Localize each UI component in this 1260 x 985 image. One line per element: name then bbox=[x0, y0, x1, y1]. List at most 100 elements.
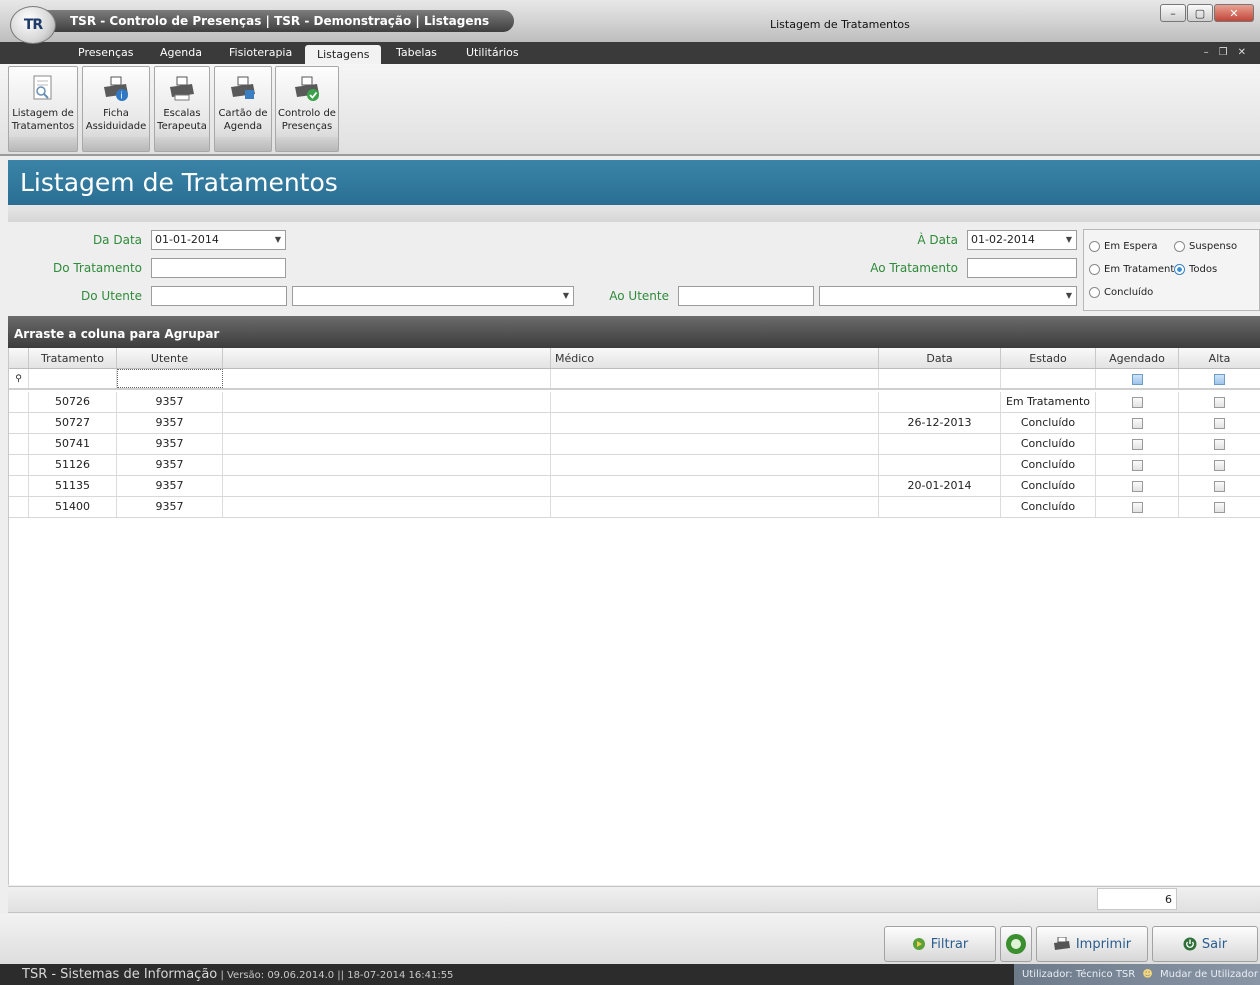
checkbox-icon[interactable] bbox=[1214, 480, 1225, 492]
imprimir-label: Imprimir bbox=[1075, 936, 1132, 952]
da-data-input[interactable]: 01-01-2014 ▼ bbox=[151, 230, 286, 250]
column-header-agendado[interactable]: Agendado bbox=[1096, 348, 1179, 368]
cell-agendado bbox=[1096, 455, 1179, 475]
mdi-window-controls[interactable]: –❐✕ bbox=[1204, 42, 1256, 64]
menu-utilitarios[interactable]: Utilitários bbox=[466, 42, 519, 64]
filter-cell-medico[interactable] bbox=[551, 369, 879, 388]
a-data-input[interactable]: 01-02-2014 ▼ bbox=[967, 230, 1077, 250]
a-data-value: 01-02-2014 bbox=[971, 233, 1035, 246]
current-user: Utilizador: Técnico TSR bbox=[1021, 969, 1136, 980]
checkbox-icon[interactable] bbox=[1214, 501, 1225, 513]
row-indicator[interactable] bbox=[9, 392, 29, 412]
checkbox-icon[interactable] bbox=[1214, 417, 1225, 429]
checkbox-icon[interactable] bbox=[1131, 396, 1143, 408]
cell-estado: Concluído bbox=[1001, 455, 1096, 475]
table-row[interactable]: 50741 9357 Concluído bbox=[9, 434, 1260, 455]
checkbox-icon[interactable] bbox=[1131, 459, 1143, 471]
column-header-utente-name[interactable] bbox=[223, 348, 551, 368]
row-indicator[interactable] bbox=[9, 476, 29, 496]
imprimir-button[interactable]: Imprimir bbox=[1036, 926, 1148, 962]
chevron-down-icon[interactable]: ▼ bbox=[1066, 231, 1072, 249]
filter-cell-utente[interactable] bbox=[117, 369, 223, 388]
group-by-panel[interactable]: Arraste a coluna para Agrupar bbox=[8, 316, 1260, 348]
escalas-terapeuta-button[interactable]: Escalas Terapeuta bbox=[154, 66, 210, 152]
table-row[interactable]: 50726 9357 Em Tratamento bbox=[9, 392, 1260, 413]
table-row[interactable]: 51126 9357 Concluído bbox=[9, 455, 1260, 476]
checkbox-icon[interactable] bbox=[1131, 438, 1143, 450]
maximize-icon[interactable]: ▢ bbox=[1187, 4, 1213, 22]
grid-filter-row: ⚲ bbox=[9, 369, 1260, 390]
menu-fisioterapia[interactable]: Fisioterapia bbox=[229, 42, 292, 64]
menu-listagens[interactable]: Listagens bbox=[305, 45, 382, 64]
checkbox-icon[interactable] bbox=[1131, 480, 1143, 492]
column-header-medico[interactable]: Médico bbox=[551, 348, 879, 368]
radio-em-espera[interactable]: Em Espera bbox=[1089, 241, 1158, 252]
table-row[interactable]: 51400 9357 Concluído bbox=[9, 497, 1260, 518]
cell-utente-name bbox=[223, 455, 551, 475]
checkbox-icon[interactable] bbox=[1214, 438, 1225, 450]
menu-bar: Presenças Agenda Fisioterapia Listagens … bbox=[0, 42, 1260, 64]
checkbox-icon[interactable] bbox=[1131, 501, 1143, 513]
cell-estado: Concluído bbox=[1001, 497, 1096, 517]
column-header-utente[interactable]: Utente bbox=[117, 348, 223, 368]
cell-agendado bbox=[1096, 392, 1179, 412]
chevron-down-icon[interactable]: ▼ bbox=[563, 287, 569, 305]
ribbon-label: Escalas Terapeuta bbox=[157, 108, 207, 132]
menu-presencas[interactable]: Presenças bbox=[78, 42, 133, 64]
minimize-icon[interactable]: – bbox=[1160, 4, 1186, 22]
table-row[interactable]: 50727 9357 26-12-2013 Concluído bbox=[9, 413, 1260, 434]
row-indicator[interactable] bbox=[9, 434, 29, 454]
window-controls: – ▢ ✕ bbox=[1160, 4, 1254, 22]
controlo-presencas-button[interactable]: Controlo de Presenças bbox=[275, 66, 339, 152]
document-search-icon bbox=[33, 75, 52, 100]
refresh-button[interactable] bbox=[1000, 926, 1032, 962]
do-tratamento-input[interactable] bbox=[151, 258, 286, 278]
app-logo[interactable]: TR bbox=[10, 6, 56, 44]
menu-tabelas[interactable]: Tabelas bbox=[396, 42, 437, 64]
menu-agenda[interactable]: Agenda bbox=[160, 42, 202, 64]
checkbox-icon[interactable] bbox=[1214, 396, 1225, 408]
filter-cell-data[interactable] bbox=[879, 369, 1001, 388]
filter-icon[interactable]: ⚲ bbox=[9, 369, 29, 388]
cell-alta bbox=[1179, 476, 1260, 496]
radio-concluido[interactable]: Concluído bbox=[1089, 287, 1153, 298]
radio-suspenso[interactable]: Suspenso bbox=[1174, 241, 1237, 252]
cell-utente-name bbox=[223, 497, 551, 517]
ficha-assiduidade-button[interactable]: i Ficha Assiduidade bbox=[82, 66, 150, 152]
do-utente-name-select[interactable]: ▼ bbox=[292, 286, 574, 306]
filter-cell-agendado[interactable] bbox=[1096, 369, 1179, 388]
sair-button[interactable]: Sair bbox=[1152, 926, 1258, 962]
do-utente-code-input[interactable] bbox=[151, 286, 287, 306]
cell-agendado bbox=[1096, 476, 1179, 496]
row-indicator[interactable] bbox=[9, 413, 29, 433]
ao-tratamento-input[interactable] bbox=[967, 258, 1077, 278]
chevron-down-icon[interactable]: ▼ bbox=[275, 231, 281, 249]
listagem-tratamentos-button[interactable]: Listagem de Tratamentos bbox=[8, 66, 78, 152]
close-icon[interactable]: ✕ bbox=[1214, 4, 1254, 22]
cell-tratamento: 50726 bbox=[29, 392, 117, 412]
table-row[interactable]: 51135 9357 20-01-2014 Concluído bbox=[9, 476, 1260, 497]
ao-utente-name-select[interactable]: ▼ bbox=[819, 286, 1077, 306]
ao-utente-code-input[interactable] bbox=[678, 286, 814, 306]
filtrar-button[interactable]: Filtrar bbox=[884, 926, 996, 962]
column-header-data[interactable]: Data bbox=[879, 348, 1001, 368]
row-indicator[interactable] bbox=[9, 497, 29, 517]
checkbox-icon[interactable] bbox=[1131, 417, 1143, 429]
cell-medico bbox=[551, 455, 879, 475]
chevron-down-icon[interactable]: ▼ bbox=[1066, 287, 1072, 305]
mudar-utilizador-link[interactable]: Mudar de Utilizador bbox=[1160, 969, 1258, 980]
cartao-agenda-button[interactable]: Cartão de Agenda bbox=[214, 66, 272, 152]
cell-data: 20-01-2014 bbox=[879, 476, 1001, 496]
row-indicator[interactable] bbox=[9, 455, 29, 475]
radio-todos[interactable]: Todos bbox=[1174, 264, 1217, 275]
column-header-estado[interactable]: Estado bbox=[1001, 348, 1096, 368]
column-header-tratamento[interactable]: Tratamento bbox=[29, 348, 117, 368]
filter-cell-alta[interactable] bbox=[1179, 369, 1260, 388]
checkbox-icon[interactable] bbox=[1214, 459, 1225, 471]
radio-em-tratamento[interactable]: Em Tratamento bbox=[1089, 264, 1174, 275]
cell-medico bbox=[551, 413, 879, 433]
filter-cell-tratamento[interactable] bbox=[29, 369, 117, 388]
column-header-alta[interactable]: Alta bbox=[1179, 348, 1260, 368]
filter-cell-estado[interactable] bbox=[1001, 369, 1096, 388]
filter-cell-utente-name[interactable] bbox=[223, 369, 551, 388]
